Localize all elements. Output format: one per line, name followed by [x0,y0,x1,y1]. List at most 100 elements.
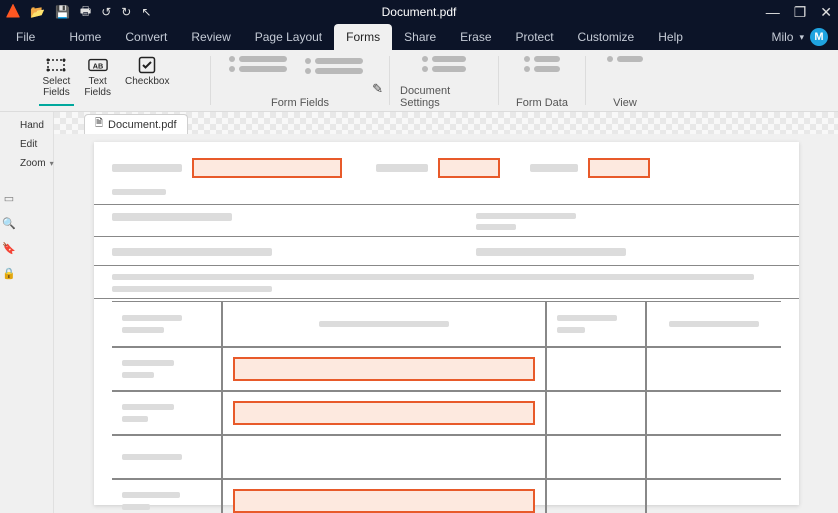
open-icon[interactable]: 📂 [30,5,45,19]
menu-share[interactable]: Share [392,24,448,50]
menu-home[interactable]: Home [57,24,113,50]
form-field-table-1[interactable] [233,357,535,381]
doc-settings-icon[interactable] [422,54,466,74]
bookmark-icon[interactable]: 🔖 [2,242,16,255]
view-icon[interactable] [607,54,643,64]
minimize-button[interactable]: — [766,4,780,20]
ribbon-view-section: View [590,50,660,111]
form-table [112,301,781,513]
lock-icon[interactable]: 🔒 [2,267,16,280]
form-field-2[interactable] [438,158,500,178]
window-controls: — ❐ ✕ [766,4,832,21]
user-menu-caret-icon[interactable]: ▾ [799,32,804,43]
ribbon-form-fields-section: ✎ Form Fields [215,50,385,111]
chevron-down-icon: ▾ [50,159,54,168]
app-logo-icon [6,4,20,21]
menu-erase[interactable]: Erase [448,24,503,50]
form-data-icon[interactable] [524,54,560,74]
sidebar-item-label: Zoom [20,158,46,169]
text-fields-icon: AB [88,56,108,74]
table-header-cell [546,301,646,347]
svg-text:AB: AB [92,62,103,71]
checkbox-icon [137,56,157,74]
close-button[interactable]: ✕ [820,4,832,21]
main: ✋ Hand ✎ Edit 🔍 Zoom ▾ ▭ 🔍 🔖 🔒 🗎 Documen… [0,112,838,513]
pdf-page [94,142,799,505]
ribbon-label-doc-settings: Document Settings [400,85,488,109]
form-field-table-2[interactable] [233,401,535,425]
table-cell [112,391,222,435]
table-cell [112,347,222,391]
titlebar: 📂 💾 🖶 ↺ ↻ ↖ Document.pdf — ❐ ✕ [0,0,838,24]
workspace: 🗎 Document.pdf [54,112,838,513]
user-name-label[interactable]: Milo [771,30,793,44]
edit-form-fields-icon[interactable]: ✎ [372,81,383,97]
menu-forms[interactable]: Forms [334,24,392,50]
form-field-table-3[interactable] [233,489,535,513]
form-header-section [94,150,799,205]
ribbon-doc-settings-section: Document Settings [394,50,494,111]
pointer-icon[interactable]: ↖ [141,5,151,19]
text-fields-button[interactable]: AB TextFields [80,54,115,100]
table-cell [112,479,222,513]
form-paragraph [94,266,799,299]
table-cell [646,347,781,391]
form-field-1[interactable] [192,158,342,178]
user-avatar[interactable]: M [810,28,828,46]
form-fields-list-icon[interactable] [221,54,287,74]
menu-page-layout[interactable]: Page Layout [243,24,334,50]
sidebar-item-label: Hand [20,120,44,131]
ribbon-label-form-fields: Form Fields [271,97,329,109]
ribbon-tools-section: SelectFields AB TextFields Checkbox [6,50,206,111]
ribbon-form-data-section: Form Data [503,50,581,111]
document-tab[interactable]: 🗎 Document.pdf [84,114,188,134]
restore-button[interactable]: ❐ [794,4,807,21]
left-rail: ▭ 🔍 🔖 🔒 [2,112,16,513]
table-header-cell [646,301,781,347]
menu-protect[interactable]: Protect [504,24,566,50]
document-icon: 🗎 [95,116,103,133]
titlebar-left: 📂 💾 🖶 ↺ ↻ ↖ [6,2,151,23]
table-cell [112,435,222,479]
table-cell [646,435,781,479]
menubar: File Home Convert Review Page Layout For… [0,24,838,50]
sidebar-item-label: Edit [20,139,37,150]
table-cell [222,479,546,513]
table-header-cell [112,301,222,347]
menu-convert[interactable]: Convert [113,24,179,50]
menu-customize[interactable]: Customize [566,24,647,50]
form-mid-section [94,205,799,237]
table-cell [222,391,546,435]
ribbon: SelectFields AB TextFields Checkbox [0,50,838,112]
page-area[interactable] [54,134,838,513]
window-title: Document.pdf [382,5,457,19]
search-icon[interactable]: 🔍 [2,217,16,230]
undo-icon[interactable]: ↺ [101,5,111,19]
table-cell [546,347,646,391]
menu-help[interactable]: Help [646,24,695,50]
form-text-row [94,237,799,266]
ribbon-label-form-data: Form Data [516,97,568,109]
table-header-cell [222,301,546,347]
form-fields-list2-icon[interactable] [305,56,363,76]
tabstrip: 🗎 Document.pdf [54,112,838,134]
print-icon[interactable]: 🖶 [80,2,91,23]
select-fields-button[interactable]: SelectFields [39,54,75,100]
table-cell [646,479,781,513]
select-fields-icon [46,56,66,74]
checkbox-button[interactable]: Checkbox [121,54,173,100]
page-thumb-icon[interactable]: ▭ [4,192,14,205]
table-cell [546,435,646,479]
menu-review[interactable]: Review [179,24,242,50]
ribbon-label-view: View [613,97,637,109]
table-cell [222,435,546,479]
redo-icon[interactable]: ↻ [121,5,131,19]
save-icon[interactable]: 💾 [55,5,70,19]
table-cell [222,347,546,391]
table-cell [546,479,646,513]
document-tab-label: Document.pdf [108,119,176,131]
form-field-3[interactable] [588,158,650,178]
menu-file[interactable]: File [4,24,47,50]
table-cell [546,391,646,435]
table-cell [646,391,781,435]
